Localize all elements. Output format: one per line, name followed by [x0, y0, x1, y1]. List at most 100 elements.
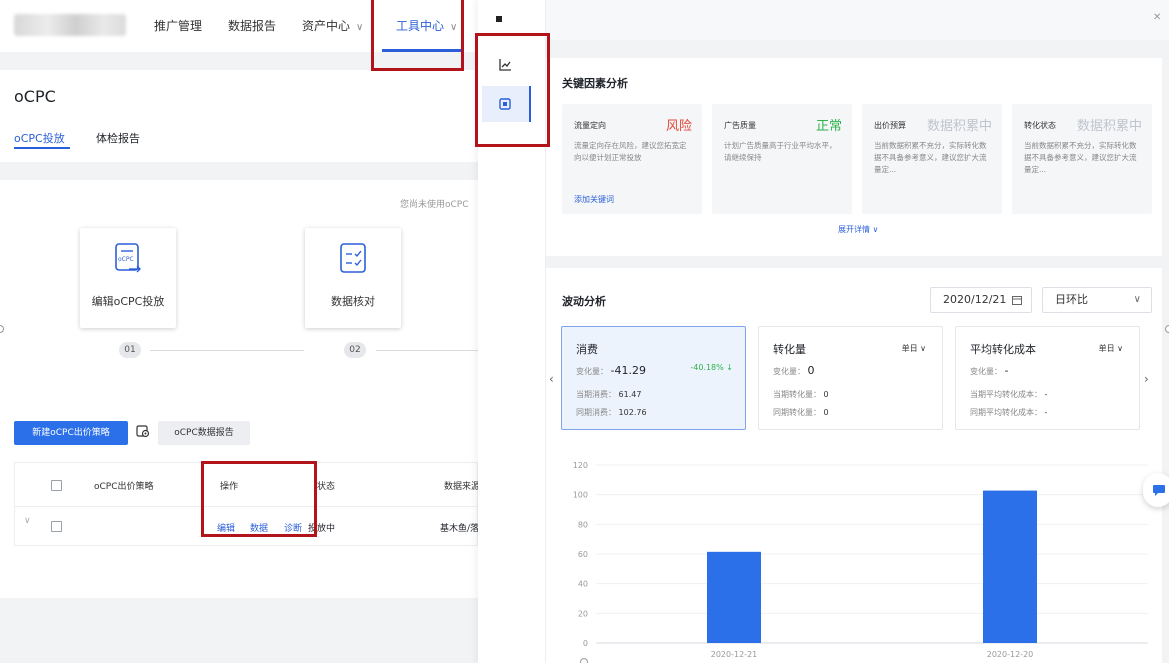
metric-prev-label: 当期平均转化成本：: [970, 390, 1042, 399]
step-edit-ocpc[interactable]: oCPC 编辑oCPC投放: [80, 228, 176, 328]
nav-item-reports[interactable]: 数据报告: [228, 17, 276, 34]
metric-same-row: 同期转化量： 0: [773, 407, 829, 418]
y-tick-label: 60: [578, 550, 588, 559]
chat-icon: [1153, 485, 1165, 496]
arrow-down-icon: ↓: [726, 363, 733, 372]
highlight-box-action-column: [201, 461, 317, 537]
metric-title: 转化量: [773, 343, 806, 356]
next-arrow-icon[interactable]: ›: [1144, 372, 1149, 386]
bar[interactable]: [983, 490, 1037, 643]
metric-unit-select[interactable]: 单日 ∨: [902, 343, 926, 354]
chat-button[interactable]: [1143, 473, 1169, 507]
metric-card-cost[interactable]: 消费 变化量： -41.29 -40.18% ↓ 当期消费： 61.47 同期消…: [561, 326, 746, 430]
date-value: 2020/12/21: [943, 293, 1007, 306]
compare-select[interactable]: 日环比 ∨: [1042, 287, 1152, 313]
y-tick-label: 20: [578, 609, 588, 618]
factor-card-bid-budget: 出价预算 数据积累中 当前数据积累不充分，实际转化数据不具备参考意义，建议您扩大…: [862, 104, 1002, 214]
column-header-status: 状态: [317, 482, 336, 492]
factor-name: 出价预算: [874, 121, 906, 130]
metric-card-conversions[interactable]: 转化量 单日 ∨ 变化量： 0 当期转化量： 0 同期转化量： 0: [758, 326, 943, 430]
checklist-icon: [340, 243, 366, 273]
metric-change-label: 变化量：: [576, 367, 608, 376]
metric-unit: 单日: [901, 344, 918, 353]
step-label: 编辑oCPC投放: [91, 295, 165, 308]
step-label: 数据核对: [331, 295, 375, 308]
factor-status: 风险: [665, 119, 692, 134]
settings-icon[interactable]: [136, 424, 150, 438]
y-tick-label: 120: [573, 461, 588, 470]
metric-same-label: 同期平均转化成本：: [970, 408, 1042, 417]
factor-desc: 计划广告质量高于行业平均水平，请继续保持: [724, 141, 837, 162]
factor-name: 广告质量: [724, 121, 756, 130]
tab-checkup-report[interactable]: 体检报告: [96, 130, 140, 146]
row-checkbox[interactable]: [51, 521, 62, 532]
x-tick-label: 2020-12-21: [711, 650, 758, 659]
close-icon[interactable]: ✕: [1153, 12, 1161, 23]
nav-item-assets[interactable]: 资产中心 ∨: [302, 17, 363, 34]
metric-prev-value: 0: [823, 390, 829, 399]
step-data-check[interactable]: 数据核对: [305, 228, 401, 328]
factor-card-conversion: 转化状态 数据积累中 当前数据积累不充分，实际转化数据不具备参考意义，建议您扩大…: [1012, 104, 1152, 214]
resize-handle[interactable]: [1165, 325, 1169, 333]
metric-pct-value: -40.18%: [690, 363, 724, 372]
y-tick-label: 100: [573, 491, 588, 500]
resize-handle[interactable]: [580, 658, 588, 663]
chart-svg: 0 20 40 60 80 100 120 2020-12-21 2020-12-20: [573, 461, 1148, 659]
fluctuation-title: 波动分析: [562, 295, 606, 308]
metric-same-label: 同期转化量：: [773, 408, 821, 417]
chevron-down-icon: ∨: [356, 22, 364, 33]
key-factor-title: 关键因素分析: [562, 77, 628, 90]
y-tick-label: 40: [578, 580, 588, 589]
expand-details-label: 展开详情: [838, 225, 870, 234]
select-all-checkbox[interactable]: [51, 480, 62, 491]
metric-change-row: 变化量： -: [970, 364, 1009, 377]
metric-change-row: 变化量： -41.29: [576, 364, 646, 377]
metric-same-value: 0: [823, 408, 829, 417]
metric-unit: 单日: [1098, 344, 1115, 353]
factor-status: 正常: [815, 119, 842, 134]
metric-prev-label: 当期消费：: [576, 390, 616, 399]
prev-arrow-icon[interactable]: ‹: [549, 372, 554, 386]
factor-name: 转化状态: [1024, 121, 1056, 130]
expand-row-icon[interactable]: ∨: [24, 516, 31, 526]
nav-item-promotion[interactable]: 推广管理: [154, 17, 202, 34]
new-strategy-button[interactable]: 新建oCPC出价策略: [14, 421, 128, 445]
y-tick-label: 80: [578, 520, 588, 529]
metric-same-label: 同期消费：: [576, 408, 616, 417]
column-header-strategy: oCPC出价策略: [94, 482, 154, 492]
factor-desc: 当前数据积累不充分，实际转化数据不具备参考意义，建议您扩大流量定...: [874, 141, 987, 174]
metric-same-value: 102.76: [618, 408, 647, 417]
metric-change-label: 变化量：: [970, 367, 1002, 376]
step-connector: [150, 350, 304, 351]
x-tick-label: 2020-12-20: [987, 650, 1034, 659]
metric-change-label: 变化量：: [773, 367, 805, 376]
factor-card-ad-quality: 广告质量 正常 计划广告质量高于行业平均水平，请继续保持: [712, 104, 852, 214]
metric-change-value: 0: [807, 364, 815, 377]
metric-change-value: -41.29: [610, 364, 647, 377]
add-keyword-link[interactable]: 添加关键词: [574, 194, 614, 205]
metric-card-avg-cost[interactable]: 平均转化成本 单日 ∨ 变化量： - 当期平均转化成本： - 同期平均转化成本：…: [955, 326, 1140, 430]
metric-unit-select[interactable]: 单日 ∨: [1099, 343, 1123, 354]
chevron-down-icon: ∨: [1117, 344, 1123, 353]
expand-details-link[interactable]: 展开详情 ∨: [838, 224, 878, 235]
metric-same-row: 同期平均转化成本： -: [970, 407, 1047, 418]
step-number: 01: [119, 342, 141, 358]
factor-desc: 流量定向存在风险，建议您拓宽定向以便计划正常投放: [574, 141, 687, 162]
metric-prev-row: 当期转化量： 0: [773, 389, 829, 400]
date-picker[interactable]: 2020/12/21: [930, 287, 1032, 313]
drawer-header: [546, 0, 1169, 40]
metric-change-row: 变化量： 0: [773, 364, 815, 377]
metric-prev-value: -: [1044, 390, 1048, 399]
calendar-icon: [1012, 296, 1022, 305]
metric-same-row: 同期消费： 102.76: [576, 407, 647, 418]
step-connector: [376, 350, 478, 351]
ocpc-edit-icon: oCPC: [115, 243, 141, 273]
column-header-source: 数据来源: [444, 482, 481, 492]
highlight-box-diagnosis-icon: [475, 33, 550, 147]
metric-pct: -40.18% ↓: [690, 363, 733, 372]
ocpc-report-button[interactable]: oCPC数据报告: [158, 421, 250, 445]
page-title: oCPC: [14, 87, 56, 106]
tab-ocpc-delivery[interactable]: oCPC投放: [14, 130, 65, 146]
fluctuation-bar-chart: 0 20 40 60 80 100 120 2020-12-21 2020-12-20: [560, 455, 1160, 663]
bar[interactable]: [707, 551, 761, 643]
